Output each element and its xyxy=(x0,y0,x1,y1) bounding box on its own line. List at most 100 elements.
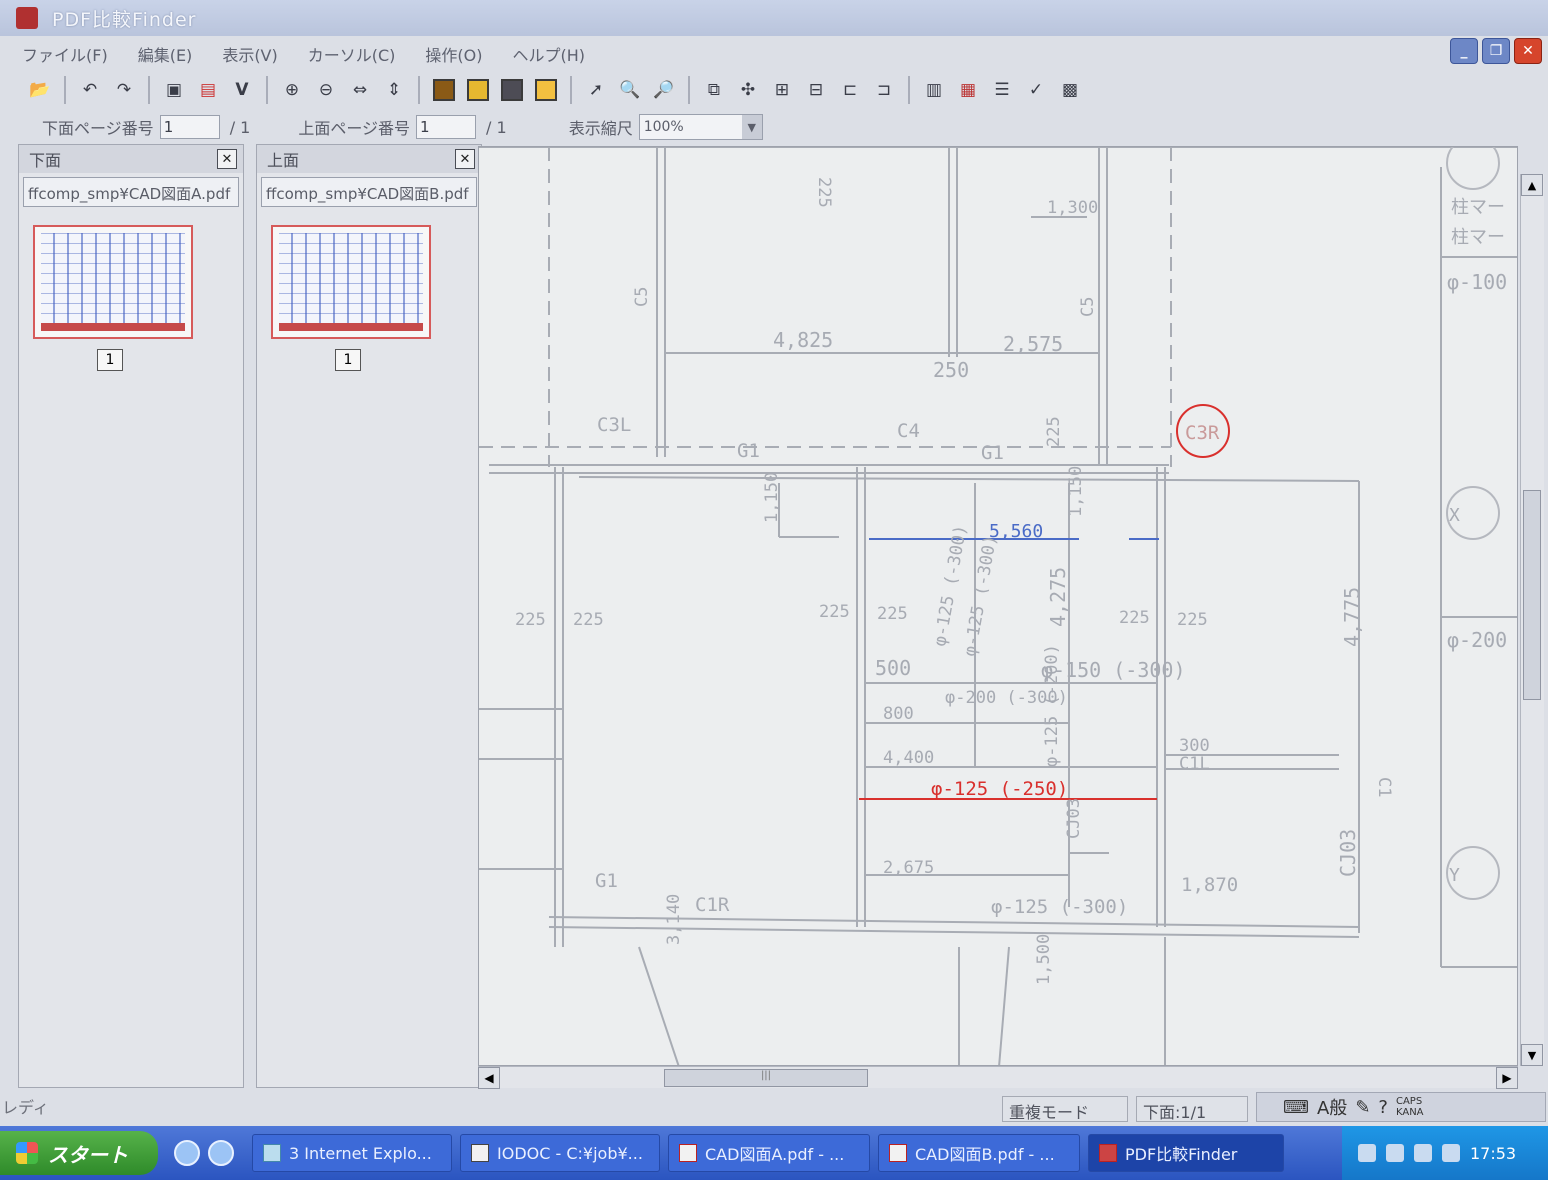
lower-panel-header: 下面 ✕ xyxy=(19,145,243,173)
ime-toolbar[interactable]: ⌨ A般 ✎ ? CAPS KANA xyxy=(1256,1092,1546,1122)
tray-chevron-icon[interactable] xyxy=(1358,1144,1376,1162)
task-cad-a[interactable]: CAD図面A.pdf - ... xyxy=(668,1134,870,1172)
zoom-select[interactable]: 100% ▼ xyxy=(638,114,763,140)
crosshair-icon[interactable]: ⊞ xyxy=(768,76,796,104)
task-pdf-finder[interactable]: PDF比較Finder xyxy=(1088,1134,1284,1172)
menu-help[interactable]: ヘルプ(H) xyxy=(509,40,590,68)
column-label: G1 xyxy=(595,870,618,892)
color-yellow-icon[interactable] xyxy=(464,76,492,104)
undo-icon[interactable]: ↶ xyxy=(76,76,104,104)
scroll-right-icon[interactable]: ▶ xyxy=(1496,1067,1518,1089)
lower-panel-title: 下面 xyxy=(29,151,62,170)
lower-thumbnail-page-number: 1 xyxy=(97,349,123,371)
compare-red-icon[interactable]: ▦ xyxy=(954,76,982,104)
caps-label: CAPS xyxy=(1395,1096,1423,1107)
task-iodoc[interactable]: IODOC - C:¥job¥... xyxy=(460,1134,660,1172)
close-button[interactable]: ✕ xyxy=(1514,38,1542,64)
horizontal-scroll-thumb[interactable]: ||| xyxy=(664,1069,868,1087)
dim-label: 225 xyxy=(515,610,546,630)
tray-monitor-icon[interactable] xyxy=(1442,1144,1460,1162)
checkmark-icon[interactable]: ✓ xyxy=(1022,76,1050,104)
vertical-scroll-thumb[interactable] xyxy=(1523,490,1541,700)
start-button[interactable]: スタート xyxy=(0,1131,158,1175)
tray-pdf-icon[interactable] xyxy=(1386,1144,1404,1162)
title-bar[interactable]: PDF比較Finder xyxy=(0,0,1548,36)
ime-mode[interactable]: A般 xyxy=(1317,1094,1347,1120)
dim-label: 225 xyxy=(877,604,908,624)
toolbar: 📂 ↶ ↷ ▣ ▤ V ⊕ ⊖ ⇔ ⇕ ➚ 🔍 🔎 ⧉ ✣ ⊞ ⊟ ⊏ ⊐ ▥ … xyxy=(18,72,1098,108)
task-internet-explorer[interactable]: 3 Internet Explo... xyxy=(252,1134,452,1172)
thumbnail-image xyxy=(279,233,423,331)
axis-y-label: 柱マー xyxy=(1451,227,1505,248)
clock[interactable]: 17:53 xyxy=(1470,1144,1516,1163)
redo-icon[interactable]: ↷ xyxy=(110,76,138,104)
dim-label: 3,140 xyxy=(664,894,684,945)
vertical-scrollbar[interactable]: ▲ ▼ xyxy=(1520,174,1544,1066)
fit-width-icon[interactable]: ⇔ xyxy=(346,76,374,104)
windows-flag-icon xyxy=(16,1142,38,1164)
list-icon[interactable]: ☰ xyxy=(988,76,1016,104)
help-icon[interactable]: ? xyxy=(1378,1097,1388,1118)
color-orange-icon[interactable] xyxy=(532,76,560,104)
beam-label: φ-125 (-300) xyxy=(991,896,1128,918)
open-folder-icon[interactable]: 📂 xyxy=(26,76,54,104)
menu-operation[interactable]: 操作(O) xyxy=(421,40,486,68)
quicklaunch-icon[interactable] xyxy=(208,1140,234,1166)
expand-icon[interactable]: ✣ xyxy=(734,76,762,104)
save-as-icon[interactable]: ▤ xyxy=(194,76,222,104)
close-icon[interactable]: ✕ xyxy=(455,149,475,169)
dim-label: CJ03 xyxy=(1064,798,1084,839)
scroll-down-icon[interactable]: ▼ xyxy=(1521,1044,1543,1066)
upper-page-label: 上面ページ番号 xyxy=(298,119,411,138)
compare-icon[interactable]: ▥ xyxy=(920,76,948,104)
chevron-down-icon[interactable]: ▼ xyxy=(741,115,762,139)
scroll-left-icon[interactable]: ◀ xyxy=(478,1067,500,1089)
align-left-icon[interactable]: ⊏ xyxy=(836,76,864,104)
tray-network-icon[interactable] xyxy=(1414,1144,1432,1162)
grid-label: Y xyxy=(1449,865,1460,886)
zoom-out-minus-icon[interactable]: ⊖ xyxy=(312,76,340,104)
lower-page-thumbnail[interactable] xyxy=(33,225,193,339)
menu-file[interactable]: ファイル(F) xyxy=(18,40,112,68)
save-icon[interactable]: ▣ xyxy=(160,76,188,104)
scroll-up-icon[interactable]: ▲ xyxy=(1521,174,1543,196)
upper-page-total: / 1 xyxy=(486,117,507,137)
menu-cursor[interactable]: カーソル(C) xyxy=(304,40,400,68)
dim-label: 4,775 xyxy=(1340,587,1364,647)
upper-file-path[interactable]: ffcomp_smp¥CAD図面B.pdf xyxy=(261,177,477,207)
task-cad-b[interactable]: CAD図面B.pdf - ... xyxy=(878,1134,1080,1172)
column-label: 1,870 xyxy=(1181,874,1238,896)
align-right-icon[interactable]: ⊐ xyxy=(870,76,898,104)
magnify-plus-icon[interactable]: 🔍 xyxy=(616,76,644,104)
upper-page-thumbnail[interactable] xyxy=(271,225,431,339)
menu-edit[interactable]: 編集(E) xyxy=(134,40,197,68)
dim-label: 2,575 xyxy=(1003,332,1063,356)
keyboard-icon[interactable]: ⌨ xyxy=(1283,1097,1309,1118)
color-gray-icon[interactable] xyxy=(498,76,526,104)
minimize-button[interactable]: _ xyxy=(1450,38,1478,64)
pointer-icon[interactable]: ➚ xyxy=(582,76,610,104)
lower-page-input[interactable] xyxy=(159,115,220,139)
drawing-viewer[interactable]: 225 1,300 4,825 2,575 250 C5 C5 C3L C4 G… xyxy=(478,146,1518,1066)
menu-view[interactable]: 表示(V) xyxy=(218,40,281,68)
zoom-in-plus-icon[interactable]: ⊕ xyxy=(278,76,306,104)
fit-height-icon[interactable]: ⇕ xyxy=(380,76,408,104)
ime-pad-icon[interactable]: ✎ xyxy=(1355,1097,1370,1118)
lower-file-path[interactable]: ffcomp_smp¥CAD図面A.pdf xyxy=(23,177,239,207)
horizontal-scrollbar[interactable]: ◀ ||| ▶ xyxy=(478,1066,1518,1089)
color-dark-icon[interactable] xyxy=(430,76,458,104)
upper-page-input[interactable] xyxy=(416,115,477,139)
restore-button[interactable]: ❐ xyxy=(1482,38,1510,64)
window-icon[interactable]: ⧉ xyxy=(700,76,728,104)
magnify-minus-icon[interactable]: 🔎 xyxy=(650,76,678,104)
lower-page-label: 下面ページ番号 xyxy=(42,119,154,138)
ie-quicklaunch-icon[interactable] xyxy=(174,1140,200,1166)
toolbar-separator xyxy=(688,76,690,104)
close-icon[interactable]: ✕ xyxy=(217,149,237,169)
window-controls: _ ❐ ✕ xyxy=(1450,38,1542,64)
toolbar-separator xyxy=(570,76,572,104)
dim-label: 1,150 xyxy=(762,472,782,523)
split-icon[interactable]: ⊟ xyxy=(802,76,830,104)
check-v-icon[interactable]: V xyxy=(228,76,256,104)
calculator-icon[interactable]: ▩ xyxy=(1056,76,1084,104)
